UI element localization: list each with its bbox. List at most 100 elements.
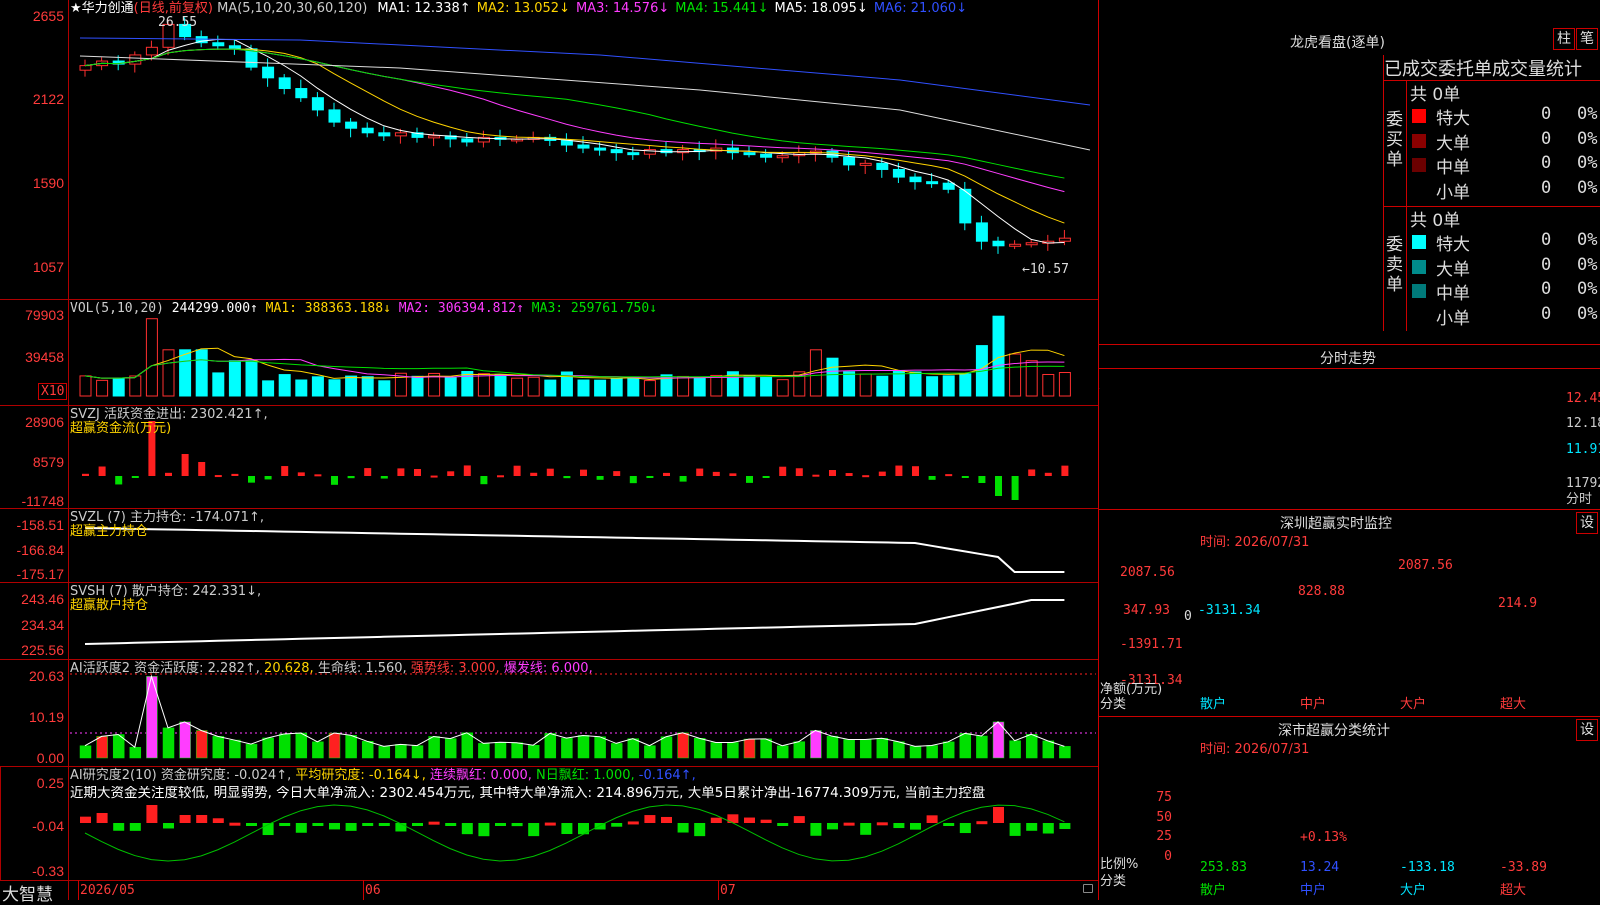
activity-bar [494,741,507,759]
y-tick: 39458 [25,349,64,365]
divider [1098,344,1600,345]
research-bar [893,823,905,829]
svsh-sub: 超赢散户持仓 [70,598,149,613]
ma-value-1: MA1: 12.338↑ [377,1,471,16]
volume-bar [96,379,109,397]
candle [461,138,474,143]
activity-bar [577,735,590,759]
order-percent: 0% [1577,128,1598,149]
date-label: 07 [720,883,736,898]
y-tick: -158.51 [16,517,64,533]
research-bar [810,823,822,836]
monitor-time: 时间: 2026/07/31 [1200,535,1310,550]
legend-swatch [1412,133,1426,148]
candle [361,127,374,134]
ratio-label: 比例% [1100,857,1139,872]
volume-bar [826,357,839,397]
legend-swatch [1412,235,1426,249]
fund-flow-bar [165,472,172,476]
vol-header: VOL(5,10,20) 244299.000↑ MA1: 388363.188… [70,301,657,316]
category-settings-button[interactable]: 设 [1576,719,1598,741]
tick-view-button[interactable]: 笔 [1576,28,1598,50]
volume-bar [212,372,225,397]
period-label[interactable]: (日线,前复权) [134,1,213,16]
candle [843,156,856,166]
intraday-title[interactable]: 分时走势 [1320,348,1376,368]
research-bar [295,823,307,833]
fund-flow-bar [397,468,405,476]
volume-bar [245,360,258,397]
candle [295,88,308,99]
svzj-sub: 超赢资金流(万元) [70,421,172,436]
volume-bar [378,380,391,397]
fund-flow-bar [331,476,338,485]
brand-label[interactable]: 大智慧 [2,880,53,905]
fund-flow-bar [231,473,239,476]
kline-chart[interactable] [0,0,1100,900]
ai-active-header: AI活跃度2 资金活跃度: 2.282↑, 20.628, 生命线: 1.560… [70,661,593,676]
fund-flow-bar [347,476,355,479]
category-name: 大户 [1400,883,1427,898]
ai-research-cont: 连续飘红: 0.000, [430,768,532,783]
ai-active-life: 生命线: 1.560, [317,661,407,676]
lock-icon[interactable] [1083,884,1093,893]
activity-bar [660,736,673,759]
candle [1025,242,1038,246]
ai-active-burst: 爆发线: 6.000, [503,661,593,676]
longhu-title: 龙虎看盘(逐单) [1290,35,1385,51]
svzj-label: SVZJ [70,407,100,422]
activity-bar [693,737,706,759]
research-bar [860,823,872,835]
order-size-label: 大单 [1436,259,1470,280]
bar-view-button[interactable]: 柱 [1553,28,1575,50]
ai-research-label: AI研究度2(10) [70,768,157,783]
svsh-label: SVSH (7) [70,584,128,599]
y-tick: 0.25 [36,775,64,791]
y-tick: -0.04 [32,818,64,834]
volume-bar [959,373,972,397]
monitor-settings-button[interactable]: 设 [1576,512,1598,534]
svsh-header: SVSH (7) 散户持仓: 242.331↓, [70,584,261,599]
activity-bar [627,738,640,759]
order-percent: 0% [1577,104,1598,124]
candle [926,181,939,185]
fund-flow-bar [829,470,836,476]
ai-active-label: AI活跃度2 [70,661,130,676]
research-bar [561,823,573,835]
volume-bar [610,378,623,397]
legend-swatch [1412,308,1426,323]
date-tick [363,880,364,900]
fund-flow-bar [613,471,621,476]
volume-bar [892,370,905,397]
activity-bar [179,721,191,759]
research-bar [378,823,390,826]
stock-name[interactable]: 华力创通 [82,1,134,16]
monitor-value: -3131.34 [1198,603,1261,618]
fund-flow-bar [812,474,820,477]
y-tick: 0 [1164,849,1172,864]
volume-bar [345,375,358,397]
order-percent: 0% [1577,177,1598,198]
volume-bar [677,375,690,397]
volume-bar [627,377,640,397]
volume-bar [511,377,524,397]
fund-flow-bar [696,468,704,476]
fund-flow-bar [546,468,554,476]
order-count: 0 [1541,230,1552,250]
volume-bar [311,376,324,397]
low-mark: ←10.57 [1022,262,1069,277]
research-bar [1042,823,1054,834]
candle [942,182,955,190]
volume-bar [1009,353,1022,397]
ma-values: MA1: 12.338↑ MA2: 13.052↓ MA3: 14.576↓ MA4:… [371,1,967,16]
category-name: 超大 [1500,883,1527,898]
fund-flow-bar [629,476,637,484]
legend-swatch [1412,259,1426,274]
divider [1098,509,1600,510]
ma-label: MA(5,10,20,30,60,120) [217,1,368,16]
ma-value-2: MA2: 13.052↓ [476,1,570,16]
legend-swatch [1412,182,1426,197]
fund-flow-bar [646,476,654,478]
candle [228,45,241,50]
research-bar [229,822,241,826]
